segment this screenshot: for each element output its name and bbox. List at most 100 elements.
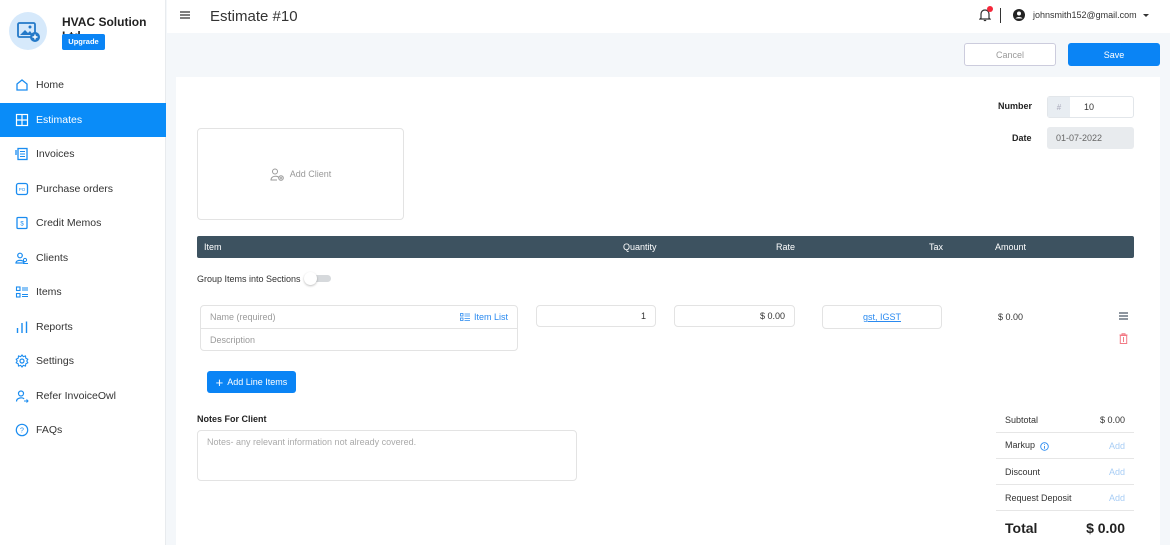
sidebar-item-label: Settings <box>36 355 74 368</box>
estimate-date-field[interactable]: 01-07-2022 <box>1047 127 1134 149</box>
tax-select[interactable]: gst, IGST <box>822 305 942 329</box>
gear-icon <box>15 354 29 369</box>
refer-icon <box>15 389 29 403</box>
line-items-header: Item Quantity Rate Tax Amount <box>197 236 1134 258</box>
hash-prefix: # <box>1048 97 1070 117</box>
item-description-row <box>201 329 517 351</box>
total-label: Total <box>1005 520 1038 536</box>
sidebar-item-reports[interactable]: Reports <box>0 310 166 345</box>
sidebar-item-label: Home <box>36 79 65 92</box>
sidebar-item-purchase-orders[interactable]: PO Purchase orders <box>0 172 166 207</box>
account-icon[interactable] <box>1013 9 1025 21</box>
divider <box>1000 8 1001 23</box>
add-deposit-link[interactable]: Add <box>1109 493 1125 503</box>
cancel-button[interactable]: Cancel <box>964 43 1056 66</box>
column-amount: Amount <box>995 242 1027 252</box>
add-line-items-button[interactable]: + Add Line Items <box>207 371 296 393</box>
notes-textarea[interactable]: Notes- any relevant information not alre… <box>197 430 577 481</box>
quantity-input[interactable]: 1 <box>536 305 656 327</box>
sidebar-item-label: Credit Memos <box>36 217 102 230</box>
home-icon <box>15 78 29 92</box>
line-amount: $ 0.00 <box>998 312 1024 322</box>
add-client-button[interactable]: Add Client <box>197 128 404 220</box>
chevron-down-icon[interactable] <box>1143 14 1149 17</box>
add-user-icon <box>270 168 284 181</box>
sidebar-item-label: Invoices <box>36 148 75 161</box>
totals-panel: Subtotal $ 0.00 Markup Add Discount Add … <box>996 407 1134 545</box>
discount-label: Discount <box>1005 466 1041 477</box>
svg-text:?: ? <box>20 428 24 435</box>
toggle-knob <box>304 272 317 285</box>
info-icon[interactable] <box>1039 441 1049 451</box>
date-label: Date <box>1012 133 1032 143</box>
group-sections-label: Group Items into Sections <box>197 274 301 284</box>
total-value: $ 0.00 <box>1086 520 1125 536</box>
sidebar-item-label: FAQs <box>36 424 63 437</box>
notification-dot <box>987 6 993 12</box>
line-item-name-box: Item List <box>200 305 518 351</box>
item-name-input[interactable] <box>201 306 441 328</box>
add-client-label: Add Client <box>289 169 332 179</box>
discount-row: Discount Add <box>996 459 1134 485</box>
estimates-icon <box>15 113 29 127</box>
group-sections-toggle[interactable] <box>304 272 331 285</box>
brand: HVAC Solution Ltd Upgrade <box>0 0 166 68</box>
image-add-icon <box>17 22 40 42</box>
markup-row: Markup Add <box>996 433 1134 459</box>
topbar: Estimate #10 johnsmith152@gmail.com <box>167 0 1170 33</box>
sidebar-item-settings[interactable]: Settings <box>0 344 166 379</box>
estimate-number-value[interactable]: 10 <box>1070 97 1094 117</box>
column-item: Item <box>204 242 222 252</box>
credit-memo-icon: $ <box>15 216 29 230</box>
svg-text:$: $ <box>20 222 24 228</box>
sidebar-nav: Home Estimates Invoices PO Purchase orde… <box>0 68 166 448</box>
column-tax: Tax <box>929 242 944 252</box>
drag-handle-icon[interactable] <box>1119 312 1128 320</box>
sidebar-item-refer[interactable]: Refer InvoiceOwl <box>0 379 166 414</box>
sidebar-item-estimates[interactable]: Estimates <box>0 102 166 137</box>
add-discount-link[interactable]: Add <box>1109 467 1125 477</box>
clients-icon <box>15 251 29 265</box>
invoices-icon <box>15 147 29 161</box>
sidebar-item-label: Clients <box>36 251 69 264</box>
estimate-number-field[interactable]: # 10 <box>1047 96 1134 118</box>
deposit-row: Request Deposit Add <box>996 485 1134 511</box>
sidebar-item-items[interactable]: Items <box>0 275 166 310</box>
sidebar-item-credit-memos[interactable]: $ Credit Memos <box>0 206 166 241</box>
sidebar-item-label: Estimates <box>36 113 83 126</box>
hamburger-menu-icon[interactable] <box>180 10 190 20</box>
user-email[interactable]: johnsmith152@gmail.com <box>1033 10 1137 20</box>
plus-icon: + <box>215 374 224 390</box>
column-quantity: Quantity <box>623 242 657 252</box>
save-button[interactable]: Save <box>1068 43 1160 66</box>
item-name-row: Item List <box>201 306 517 329</box>
items-icon <box>15 285 29 299</box>
column-rate: Rate <box>776 242 796 252</box>
company-logo[interactable] <box>9 12 47 50</box>
reports-icon <box>15 320 29 334</box>
item-list-link[interactable]: Item List <box>460 312 508 322</box>
sidebar: HVAC Solution Ltd Upgrade Home Estimates… <box>0 0 166 545</box>
deposit-label: Request Deposit <box>1005 492 1072 503</box>
estimate-form: Number # 10 Date 01-07-2022 Add Client I… <box>176 77 1160 545</box>
sidebar-item-faqs[interactable]: ? FAQs <box>0 413 166 448</box>
purchase-orders-icon: PO <box>15 182 29 196</box>
upgrade-button[interactable]: Upgrade <box>62 34 105 50</box>
sidebar-item-invoices[interactable]: Invoices <box>0 137 166 172</box>
help-icon: ? <box>15 423 29 437</box>
sidebar-item-home[interactable]: Home <box>0 68 166 103</box>
sidebar-item-label: Purchase orders <box>36 182 114 195</box>
delete-icon[interactable] <box>1119 333 1128 344</box>
add-markup-link[interactable]: Add <box>1109 441 1125 451</box>
total-row: Total $ 0.00 <box>996 511 1134 545</box>
sidebar-item-clients[interactable]: Clients <box>0 241 166 276</box>
subtotal-value: $ 0.00 <box>1099 414 1125 425</box>
subtotal-row: Subtotal $ 0.00 <box>996 407 1134 433</box>
svg-text:PO: PO <box>19 187 26 192</box>
rate-input[interactable]: $ 0.00 <box>674 305 795 327</box>
add-line-items-label: Add Line Items <box>227 377 288 387</box>
markup-label: Markup <box>1005 440 1036 451</box>
sidebar-item-label: Refer InvoiceOwl <box>36 389 116 402</box>
item-description-input[interactable] <box>201 329 441 351</box>
number-label: Number <box>998 101 1033 111</box>
